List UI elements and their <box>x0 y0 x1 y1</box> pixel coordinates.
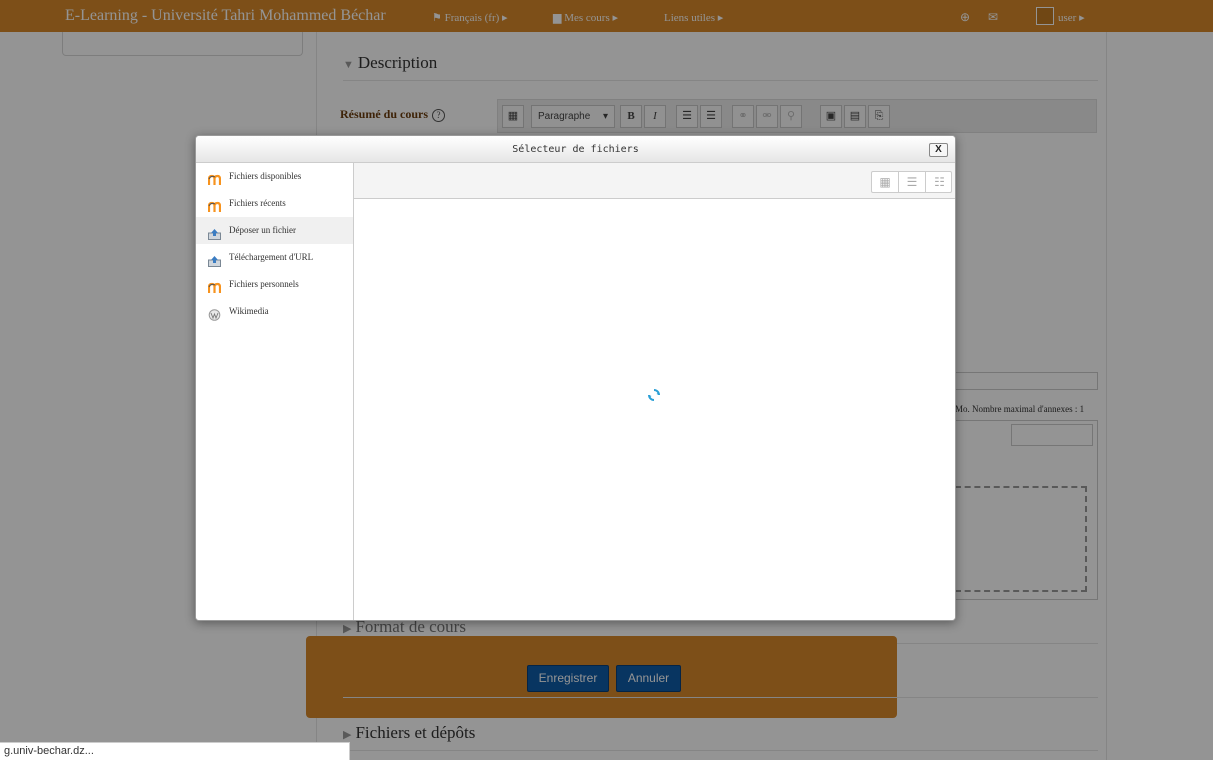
repo-item-recent-files[interactable]: Fichiers récents <box>196 190 353 217</box>
repo-item-available-files[interactable]: Fichiers disponibles <box>196 163 353 190</box>
wikimedia-icon <box>208 305 221 321</box>
repo-item-private-files[interactable]: Fichiers personnels <box>196 271 353 298</box>
repo-item-wikimedia[interactable]: Wikimedia <box>196 298 353 325</box>
repo-item-label: Déposer un fichier <box>229 225 296 235</box>
repo-item-label: Fichiers disponibles <box>229 171 302 181</box>
list-view-icon[interactable]: ☰ <box>899 172 926 192</box>
file-picker-toolbar: ▦ ☰ ☷ <box>354 163 955 199</box>
tree-view-icon[interactable]: ☷ <box>926 172 953 192</box>
repo-item-url-download[interactable]: Téléchargement d'URL <box>196 244 353 271</box>
icons-view-icon[interactable]: ▦ <box>872 172 899 192</box>
repo-item-label: Fichiers récents <box>229 198 286 208</box>
moodle-icon <box>207 197 222 212</box>
repo-item-label: Fichiers personnels <box>229 279 299 289</box>
close-button[interactable]: X <box>929 143 948 157</box>
upload-icon <box>208 224 221 240</box>
repo-item-label: Téléchargement d'URL <box>229 252 314 262</box>
repo-item-upload-file[interactable]: Déposer un fichier <box>196 217 353 244</box>
repository-list: Fichiers disponibles Fichiers récents Dé… <box>196 163 354 620</box>
browser-status-bar: g.univ-bechar.dz... <box>0 742 350 760</box>
file-content-area: ▦ ☰ ☷ <box>354 163 955 620</box>
file-picker-dialog: Sélecteur de fichiers X Fichiers disponi… <box>195 135 956 621</box>
url-download-icon <box>208 251 221 267</box>
moodle-icon <box>207 170 222 185</box>
dialog-title: Sélecteur de fichiers <box>196 136 955 163</box>
view-mode-buttons: ▦ ☰ ☷ <box>871 171 952 193</box>
repo-item-label: Wikimedia <box>229 306 269 316</box>
moodle-icon <box>207 278 222 293</box>
loading-spinner-icon <box>647 388 661 402</box>
